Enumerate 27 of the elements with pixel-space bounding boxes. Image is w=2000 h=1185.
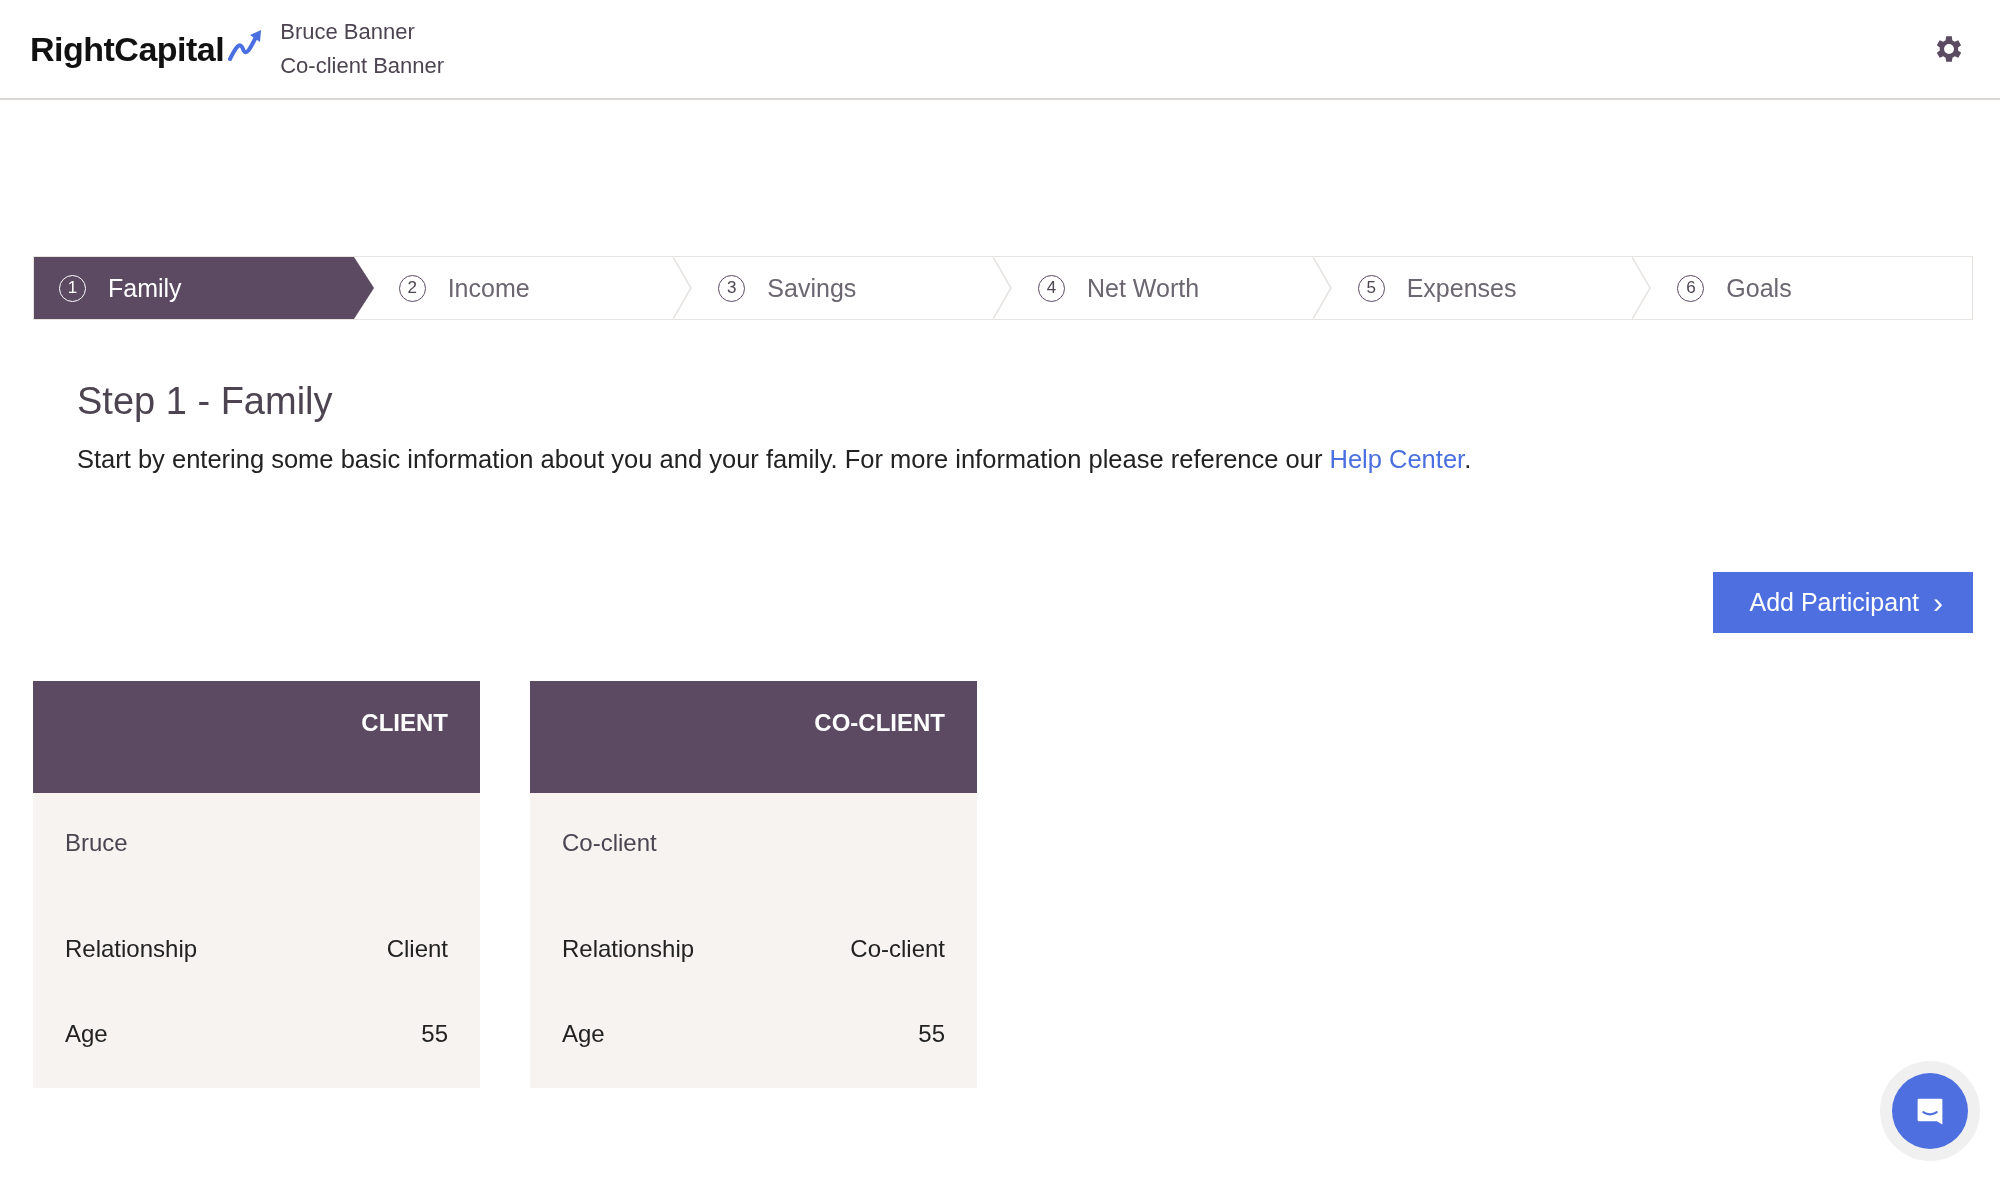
client-name: Bruce Banner [280,18,416,46]
step-tab[interactable]: 4 Net Worth [1013,257,1333,319]
field-value: Co-client [850,935,945,963]
card-role: CO-CLIENT [814,709,945,737]
step-tab[interactable]: 6 Goals [1652,257,1973,319]
logo-wordmark[interactable]: RightCapital [30,29,225,69]
add-participant-button[interactable]: Add Participant › [1713,572,1973,633]
participant-name: Bruce [65,829,129,857]
field-label: Age [65,1020,108,1048]
step-tab[interactable]: 2 Income [373,257,694,319]
client-name: Co-client Banner [280,52,445,80]
card-role: CLIENT [361,709,448,737]
page-heading: Step 1 - Family [77,380,334,423]
participant-card[interactable]: CO-CLIENT Co-client Relationship Co-client Age 55 [530,681,977,1088]
intro-text: Start by entering some basic information about you and your family. For more information please reference our Help Center. [77,445,1473,474]
participant-card[interactable]: CLIENT Bruce Relationship Client Age 55 [33,681,480,1088]
field-label: Age [562,1020,605,1048]
field-value: Client [386,935,448,963]
field-value: 55 [918,1020,945,1048]
participant-name: Co-client [562,829,658,857]
step-tab[interactable]: 3 Savings [693,257,1013,319]
chevron-icon: › [1933,587,1943,618]
help-center-link[interactable]: Help Center [1329,445,1465,473]
field-label: Relationship [562,935,695,963]
step-tab[interactable]: 5 Expenses [1332,257,1653,319]
field-label: Relationship [65,935,198,963]
field-value: 55 [421,1020,448,1048]
